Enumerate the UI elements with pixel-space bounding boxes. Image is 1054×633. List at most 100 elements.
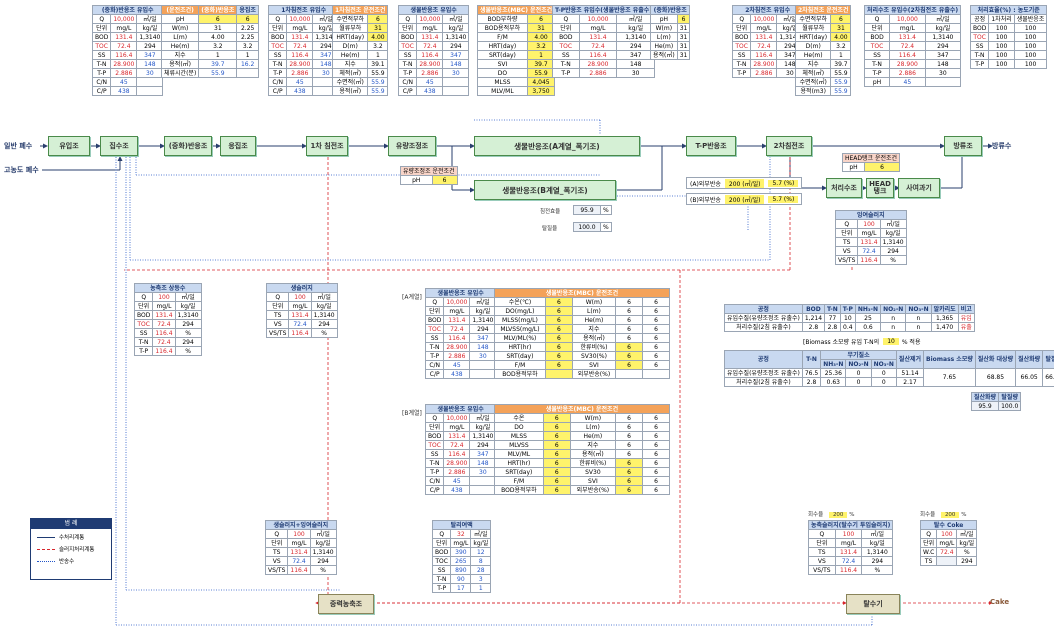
table-cell: 148 bbox=[136, 59, 164, 69]
table-cell: SS bbox=[424, 449, 445, 459]
node-gravity-thickener[interactable]: 중력농축조 bbox=[318, 594, 374, 614]
table-cell: T-P bbox=[424, 351, 445, 361]
table-excess-sludge: 잉여슬러지 Q 100 ㎥/일 단위 mg/L kg/일 TS 131.4 1,3140 V… bbox=[834, 210, 907, 265]
table-cell: 용적(㎥) bbox=[571, 333, 617, 343]
table-cell: He(m) bbox=[160, 41, 200, 51]
table-cell: 6 bbox=[642, 351, 670, 361]
table-cell: 6 bbox=[642, 306, 670, 316]
table-cell: 100 bbox=[1013, 32, 1048, 42]
table-cell: 1,3140 bbox=[861, 547, 894, 557]
table-cell: 28.900 bbox=[286, 59, 314, 69]
table-cell: 131.4 bbox=[889, 32, 926, 42]
text: % bbox=[849, 512, 855, 518]
table-row: 농축조 상등수 bbox=[134, 283, 202, 293]
table-row: T-P 2.886 30 bbox=[267, 68, 340, 78]
table-cell: pH bbox=[650, 14, 678, 24]
node-bio-reactor-a[interactable]: 생물반응조(A계열_폭기조) bbox=[474, 136, 640, 156]
table-cell: 6 bbox=[542, 476, 571, 486]
node-neutral-reactor[interactable]: (중화)반응조 bbox=[164, 136, 212, 156]
text: 반송수 bbox=[59, 559, 75, 565]
table-cell: 6 bbox=[544, 315, 573, 325]
node-secondary-clarifier[interactable]: 2차침전조 bbox=[766, 136, 812, 156]
node-discharge-tank[interactable]: 방류조 bbox=[944, 136, 982, 156]
table-cell bbox=[615, 369, 643, 379]
text: % 적용 bbox=[901, 338, 921, 346]
series-a-label: [A계열] bbox=[402, 294, 422, 301]
table-cell: 148 bbox=[924, 59, 962, 69]
node-head-tank[interactable]: HEAD 탱크 bbox=[866, 178, 894, 198]
table-cell: C/P bbox=[424, 485, 445, 495]
table-cell: T-P bbox=[839, 304, 856, 314]
table-cell: 77 bbox=[824, 313, 841, 323]
table-cell: % bbox=[309, 565, 337, 575]
node-tp-reactor[interactable]: T-P반응조 bbox=[686, 136, 736, 156]
table-cell: 6 bbox=[615, 431, 643, 441]
table-row: HEAD탱크 운전조건 bbox=[841, 153, 901, 163]
table-cell: T-N bbox=[397, 59, 418, 69]
table-cell: 지수 bbox=[571, 324, 617, 334]
table-cell: 116.4 bbox=[152, 346, 176, 356]
table-row: F/M 4.00 bbox=[477, 32, 556, 42]
table-cell: W(m) bbox=[650, 23, 678, 33]
table-row: 잉여슬러지 bbox=[835, 210, 907, 220]
table-cell: ㎥/일 bbox=[924, 14, 962, 24]
table-row: 공정 BOD T-N T-P NH₃-N NO₂-N NO₃-N 알카리도 비고 bbox=[724, 304, 975, 314]
table-row: 공정T-N무기질소질산제거Biomass 소모량질산화 대상량질산화량탈질량 bbox=[724, 350, 1054, 369]
node-dewatering-machine[interactable]: 탈수기 bbox=[846, 594, 900, 614]
table-row: Q 10,000 ㎥/일 bbox=[267, 14, 340, 24]
node-bio-reactor-b[interactable]: 생물반응조(B계열_폭기조) bbox=[474, 180, 616, 200]
table-cell bbox=[936, 556, 958, 566]
table-row: pH 45 bbox=[863, 77, 962, 87]
table-row: 단위 mg/L kg/일 bbox=[424, 306, 497, 316]
table-cell: 32 bbox=[450, 529, 472, 539]
node-treated-water-tank[interactable]: 처리수조 bbox=[826, 178, 862, 198]
table-cell: 347 bbox=[136, 50, 164, 60]
table-cell: L(m) bbox=[569, 422, 617, 432]
table-cell: 1 bbox=[236, 50, 259, 60]
text: % bbox=[961, 512, 967, 518]
node-sand-filter[interactable]: 사여과기 bbox=[898, 178, 940, 198]
table-row: SS 116.4 347 bbox=[863, 50, 962, 60]
table-cell: 단위 bbox=[133, 301, 154, 311]
table-cell: 116.4 bbox=[857, 255, 881, 265]
table-cell: 72.4 bbox=[288, 319, 312, 329]
table-row: 탈리여액 bbox=[431, 520, 492, 530]
table-cell: 1,214 bbox=[801, 313, 826, 323]
table-cell: T-N bbox=[731, 59, 752, 69]
table-cell: 단위 bbox=[265, 301, 290, 311]
table-row: HRT(day) 3.2 bbox=[477, 41, 556, 51]
table-cell: He(m) bbox=[331, 50, 369, 60]
table-cell: 72.4 bbox=[110, 41, 138, 51]
node-inflow-tank[interactable]: 유입조 bbox=[48, 136, 90, 156]
table-cell: 100 bbox=[152, 292, 176, 302]
table-cell: 72.4 bbox=[857, 246, 881, 256]
table-row: D(m) 3.2 bbox=[794, 41, 852, 51]
table-cell: 수면적부하 bbox=[331, 14, 369, 24]
table-cell: NO₂-N bbox=[880, 304, 907, 314]
node-coagulation-tank[interactable]: 응집조 bbox=[220, 136, 256, 156]
table-cell: 생물반응조(MBC) 운전조건 bbox=[494, 404, 670, 414]
table-cell: mg/L bbox=[288, 301, 312, 311]
node-primary-clarifier[interactable]: 1차 침전조 bbox=[306, 136, 348, 156]
table-row: 생슬러지+잉여슬러지 bbox=[265, 520, 337, 530]
table-cell: HRT(hr) bbox=[494, 458, 544, 468]
table-row: HRT(hr) 6 한류비(%) 6 6 bbox=[494, 458, 670, 468]
table-cell: 6 bbox=[642, 333, 670, 343]
table-cell: 131.4 bbox=[834, 547, 863, 557]
table-cell: 72.4 bbox=[834, 556, 863, 566]
table-cell: 지수 bbox=[331, 59, 369, 69]
table-row: 단위 mg/L kg/일 bbox=[808, 538, 894, 548]
table-row: SRT(day) 6 SV30(%) 6 6 bbox=[494, 351, 670, 361]
table-row: T-P 2.886 30 bbox=[731, 68, 804, 78]
table-cell: Q bbox=[731, 14, 752, 24]
node-equalization-tank[interactable]: 유량조정조 bbox=[388, 136, 436, 156]
table-row: BOD 131.4 1,3140 bbox=[267, 32, 340, 42]
table-cell: 단위 bbox=[919, 538, 938, 548]
table-cell: 45 bbox=[889, 77, 926, 87]
table-cell: 438 bbox=[286, 86, 314, 96]
table-secondary-conditions: 2차침전조 운전조건 수면적부하 6 월류부하 31 HRT(day) 4.00 D(… bbox=[794, 5, 852, 96]
table-cell bbox=[136, 77, 164, 87]
table-row: T-P 2.886 30 bbox=[397, 68, 470, 78]
table-cell: 116.4 bbox=[286, 50, 314, 60]
node-collection-tank[interactable]: 집수조 bbox=[100, 136, 138, 156]
